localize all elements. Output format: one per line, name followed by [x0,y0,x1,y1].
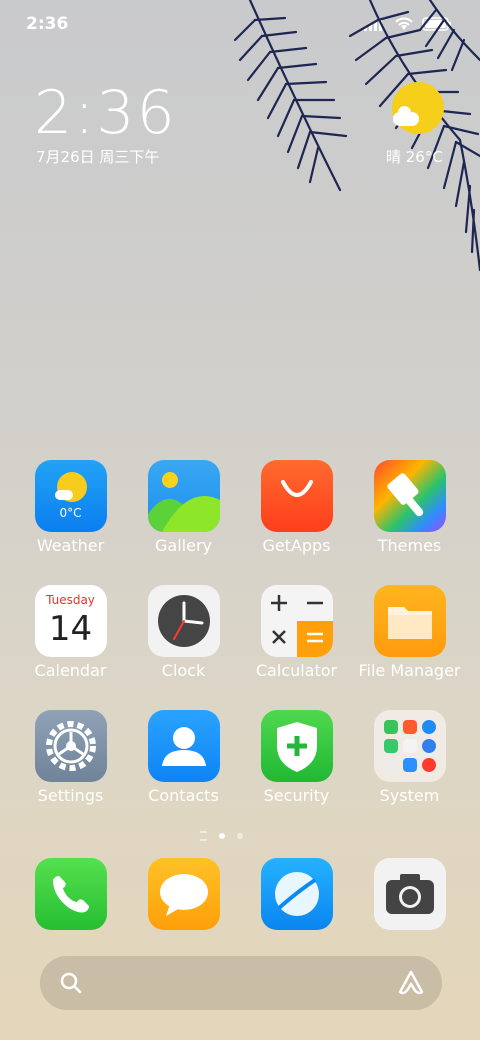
app-label: Security [263,786,330,805]
browser-icon[interactable] [261,858,333,930]
folder-icon[interactable] [373,585,446,657]
gear-shape-icon [45,721,96,771]
calc-symbols-icon [270,595,323,644]
app-label: Themes [377,536,442,555]
app-themes[interactable]: Themes [353,460,466,555]
calendar-weekday: Tuesday [46,593,95,607]
page-menu-icon[interactable] [200,831,207,841]
assistant-icon[interactable] [396,969,426,997]
shield-icon[interactable] [260,710,333,782]
gear-icon[interactable] [34,710,107,782]
app-label: Settings [37,786,104,805]
gallery-icon[interactable] [147,460,220,532]
app-calculator[interactable]: Calculator [240,585,353,680]
app-label: Contacts [148,786,219,805]
app-calendar[interactable]: Tuesday 14 Calendar [14,585,127,680]
clock-icon[interactable] [147,585,220,657]
calendar-icon[interactable]: Tuesday 14 [34,585,107,657]
clock-face-icon [157,595,210,647]
app-weather[interactable]: 0°C Weather [14,460,127,555]
cloud-icon [54,490,73,500]
app-label: System [379,786,440,805]
app-getapps[interactable]: GetApps [240,460,353,555]
page-dot-active[interactable] [219,833,225,839]
shield-shape-icon [276,722,317,772]
page-dot[interactable] [237,833,243,839]
weather-badge: 0°C [59,506,82,520]
bag-handle-icon [280,480,313,497]
system-folder-icon[interactable] [373,710,446,782]
clock-date: 7月26日 周三下午 [36,148,160,166]
paintbrush-icon [386,473,423,517]
chat-bubble-icon [160,874,208,916]
weather-icon[interactable]: 0°C [34,460,107,532]
app-clock[interactable]: Clock [127,585,240,680]
app-gallery[interactable]: Gallery [127,460,240,555]
messages-icon[interactable] [148,858,220,930]
contacts-icon[interactable] [147,710,220,782]
wallpaper-palm [233,0,480,272]
folder-shape-icon [387,607,432,639]
hills-icon [147,496,220,532]
status-time: 2:36 [26,14,69,34]
person-icon [161,727,206,766]
app-file-manager[interactable]: File Manager [353,585,466,680]
globe-icon [275,872,319,916]
cloud-icon [393,106,419,126]
page-indicator[interactable] [200,831,243,841]
weather-text[interactable]: 晴 26°C [386,146,443,167]
app-label: Weather [36,536,105,555]
themes-icon[interactable] [373,460,446,532]
app-label: Calculator [255,661,338,680]
calculator-icon[interactable] [260,585,333,657]
app-contacts[interactable]: Contacts [127,710,240,805]
phone-icon[interactable] [35,858,107,930]
camera-body-icon [386,874,434,914]
app-label: Clock [161,661,206,680]
lockscreen-clock: 2:36 [34,78,177,148]
app-label: Gallery [155,536,212,555]
camera-icon[interactable] [374,858,446,930]
app-system-folder[interactable]: System [353,710,466,805]
phone-handset-icon [53,876,89,913]
search-icon[interactable] [58,970,84,996]
search-bar[interactable] [40,956,442,1010]
app-label: File Manager [358,661,461,680]
app-settings[interactable]: Settings [14,710,127,805]
app-label: Calendar [34,661,107,680]
app-label: GetApps [262,536,331,555]
app-security[interactable]: Security [240,710,353,805]
calendar-day: 14 [48,609,93,649]
getapps-icon[interactable] [260,460,333,532]
